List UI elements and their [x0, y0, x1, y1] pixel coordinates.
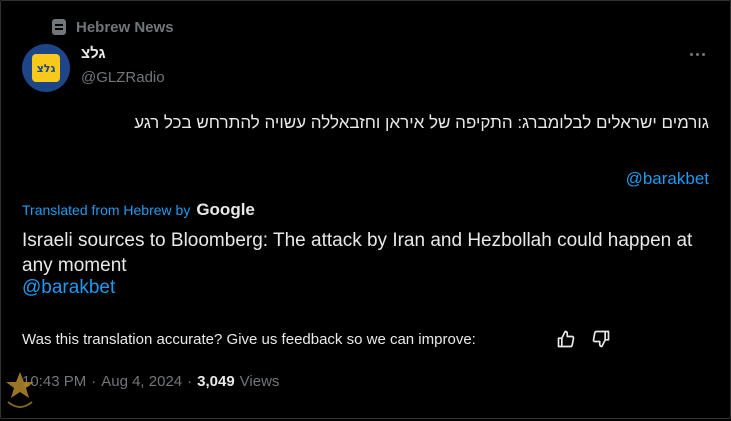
tweet-date[interactable]: Aug 4, 2024 [101, 373, 182, 390]
thumbs-down-icon[interactable] [590, 328, 612, 350]
author-handle[interactable]: @GLZRadio [81, 69, 165, 86]
tweet-meta: 10:43 PM · Aug 4, 2024 · 3,049 Views [22, 373, 279, 390]
glz-logo-icon: גלצ [32, 54, 60, 82]
meta-separator: · [187, 373, 193, 390]
mention-link-hebrew[interactable]: @barakbet [626, 169, 709, 189]
avatar-logo-text: גלצ [36, 61, 56, 75]
community-tag-icon [52, 19, 66, 35]
tweet-text-translation: Israeli sources to Bloomberg: The attack… [22, 230, 693, 276]
avatar[interactable]: גלצ [22, 44, 70, 92]
google-logo: Google [196, 200, 255, 219]
translation-feedback: Was this translation accurate? Give us f… [22, 331, 476, 348]
community-label: Hebrew News [76, 18, 174, 36]
tweet-text-hebrew: גורמים ישראלים לבלומברג: התקיפה של איראן… [134, 113, 709, 132]
author-name[interactable]: גלצ [81, 45, 106, 62]
community-context[interactable]: Hebrew News [52, 17, 174, 37]
feedback-question: Was this translation accurate? Give us f… [22, 331, 476, 348]
translation-attribution[interactable]: Translated from Hebrew by Google [22, 200, 255, 220]
translation-label: Translated from Hebrew by [22, 202, 191, 218]
meta-separator: · [91, 373, 97, 390]
mention-link-english[interactable]: @barakbet [22, 277, 115, 299]
views-count[interactable]: 3,049 [197, 373, 235, 390]
views-label: Views [239, 373, 280, 390]
watermark-emblem-icon [2, 368, 38, 416]
thumbs-up-icon[interactable] [555, 328, 577, 350]
more-options-icon[interactable] [682, 44, 712, 64]
